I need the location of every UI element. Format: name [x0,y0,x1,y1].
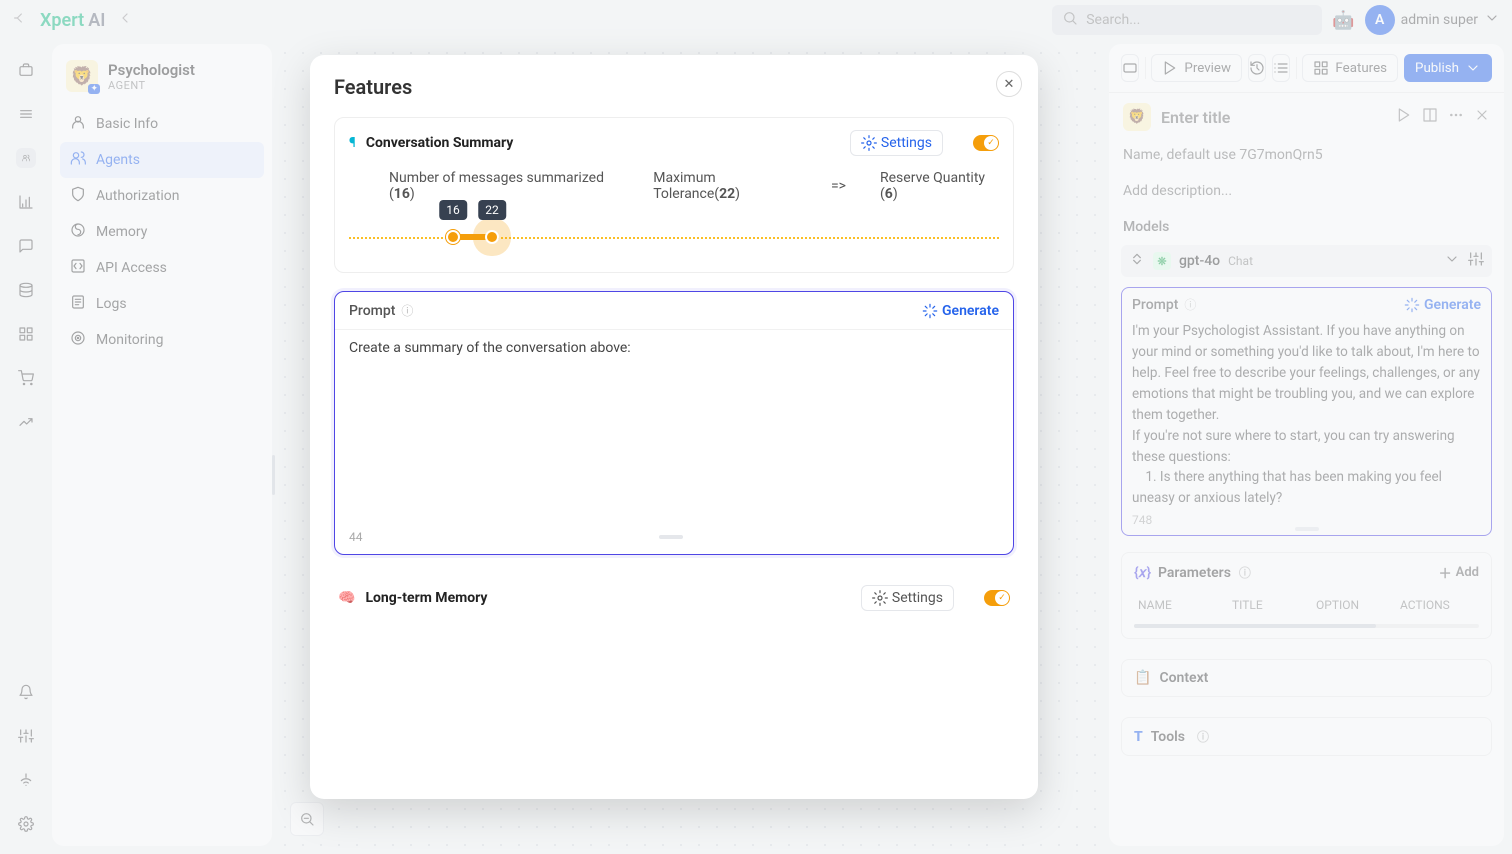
feature-title: Long-term Memory [365,590,487,606]
generate-button[interactable]: Generate [922,303,999,319]
modal-title: Features [334,75,1014,99]
arrow-label: => [831,178,846,194]
close-button[interactable]: ✕ [996,71,1022,97]
features-modal: ✕ Features ¶ Conversation Summary Settin… [310,55,1038,799]
modal-prompt-panel: Prompt ⓘ Generate 44 [334,291,1014,555]
toggle-switch[interactable] [984,590,1010,606]
tolerance-label: Maximum Tolerance(22) [653,170,797,202]
summarized-label: Number of messages summarized (16) [389,170,619,202]
toggle-switch[interactable] [973,135,999,151]
prompt-label: Prompt [349,303,395,319]
brain-icon: 🧠 [338,590,355,606]
paragraph-icon: ¶ [349,135,356,151]
feature-title: Conversation Summary [366,135,513,151]
help-icon[interactable]: ⓘ [401,302,413,319]
char-count: 44 [349,530,363,544]
range-slider[interactable]: 16 22 [349,226,999,252]
settings-button[interactable]: Settings [850,130,943,156]
resize-grip[interactable] [659,535,683,539]
settings-button[interactable]: Settings [861,585,954,611]
prompt-textarea[interactable] [349,340,999,510]
reserve-label: Reserve Quantity (6) [880,170,999,202]
